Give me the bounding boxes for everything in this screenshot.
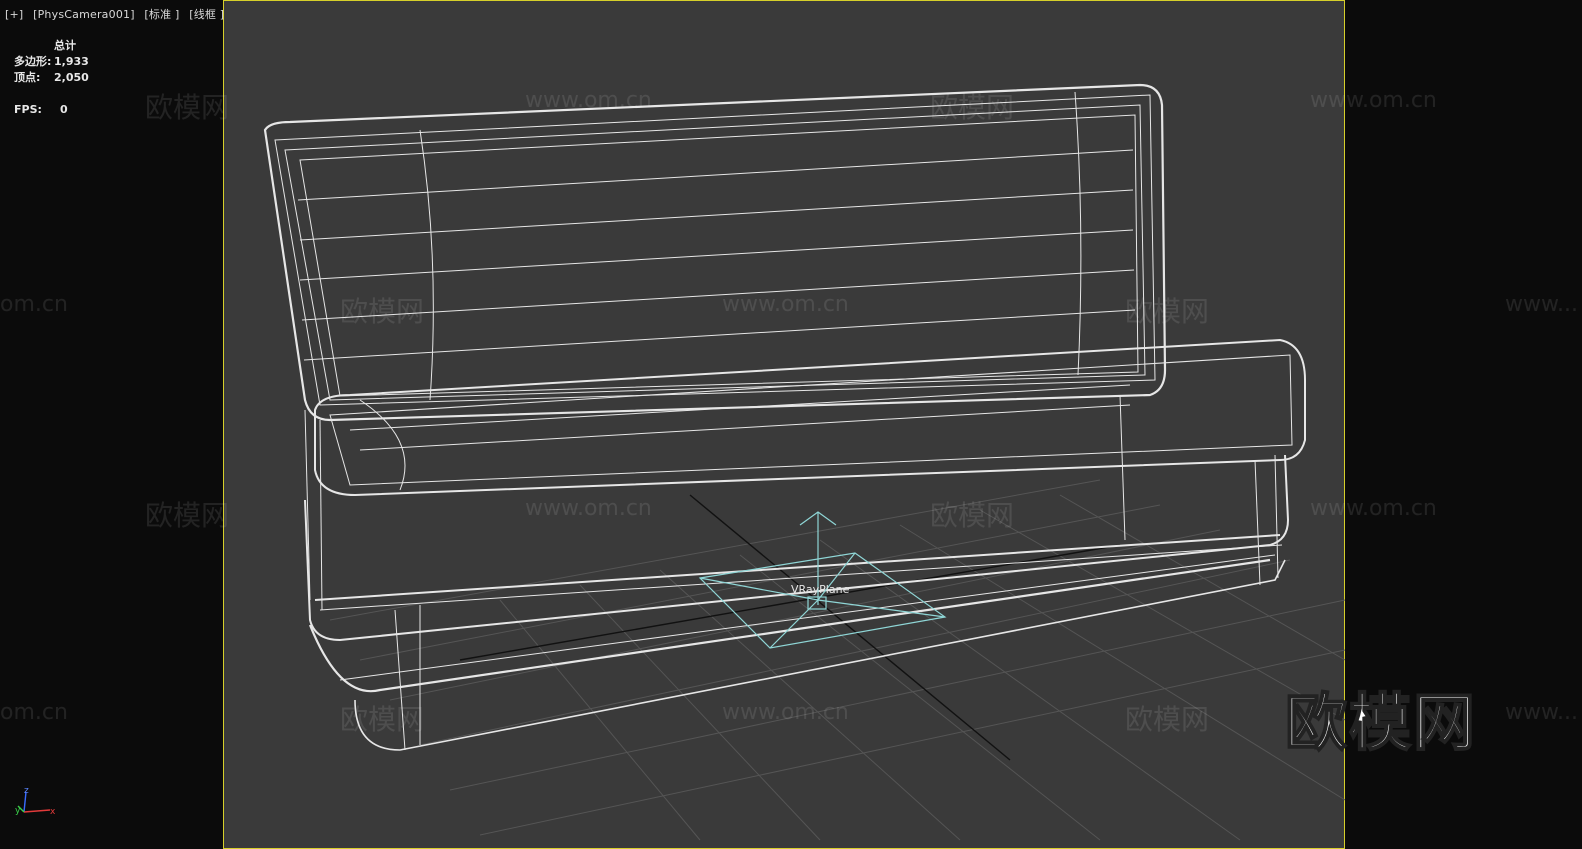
axis-y-label: y <box>15 806 21 816</box>
polys-value: 1,933 <box>54 55 89 68</box>
polys-label: 多边形: <box>14 55 52 68</box>
vray-plane-label: VRayPlane <box>791 583 850 596</box>
viewport[interactable]: VRayPlane 欧模网 www.om.cn 欧模网 www.om.cn om… <box>0 0 1582 849</box>
scene-statistics: 总计 多边形: 1,933 顶点: 2,050 FPS: 0 <box>14 38 89 118</box>
fps-value: 0 <box>60 103 68 116</box>
axis-x-label: x <box>50 807 56 817</box>
viewport-shading-button[interactable]: [标准 ] <box>144 8 179 21</box>
viewport-menu-button[interactable]: [+] <box>5 8 23 21</box>
verts-label: 顶点: <box>14 71 41 84</box>
verts-value: 2,050 <box>54 71 89 84</box>
viewport-display-button[interactable]: [线框 ] <box>189 8 224 21</box>
home-grid <box>329 479 1346 841</box>
viewport-label[interactable]: [+] [PhysCamera001] [标准 ] [线框 ] <box>5 6 230 22</box>
wireframe-scene[interactable]: VRayPlane <box>0 0 1582 849</box>
sofa-wireframe <box>263 83 1306 751</box>
axis-gizmo-icon: z x y <box>15 786 56 817</box>
vray-plane-gizmo <box>698 511 947 649</box>
fps-label: FPS: <box>14 103 42 116</box>
axis-z-label: z <box>24 786 29 796</box>
viewport-camera-button[interactable]: [PhysCamera001] <box>33 8 135 21</box>
stats-total-label: 总计 <box>54 39 76 52</box>
